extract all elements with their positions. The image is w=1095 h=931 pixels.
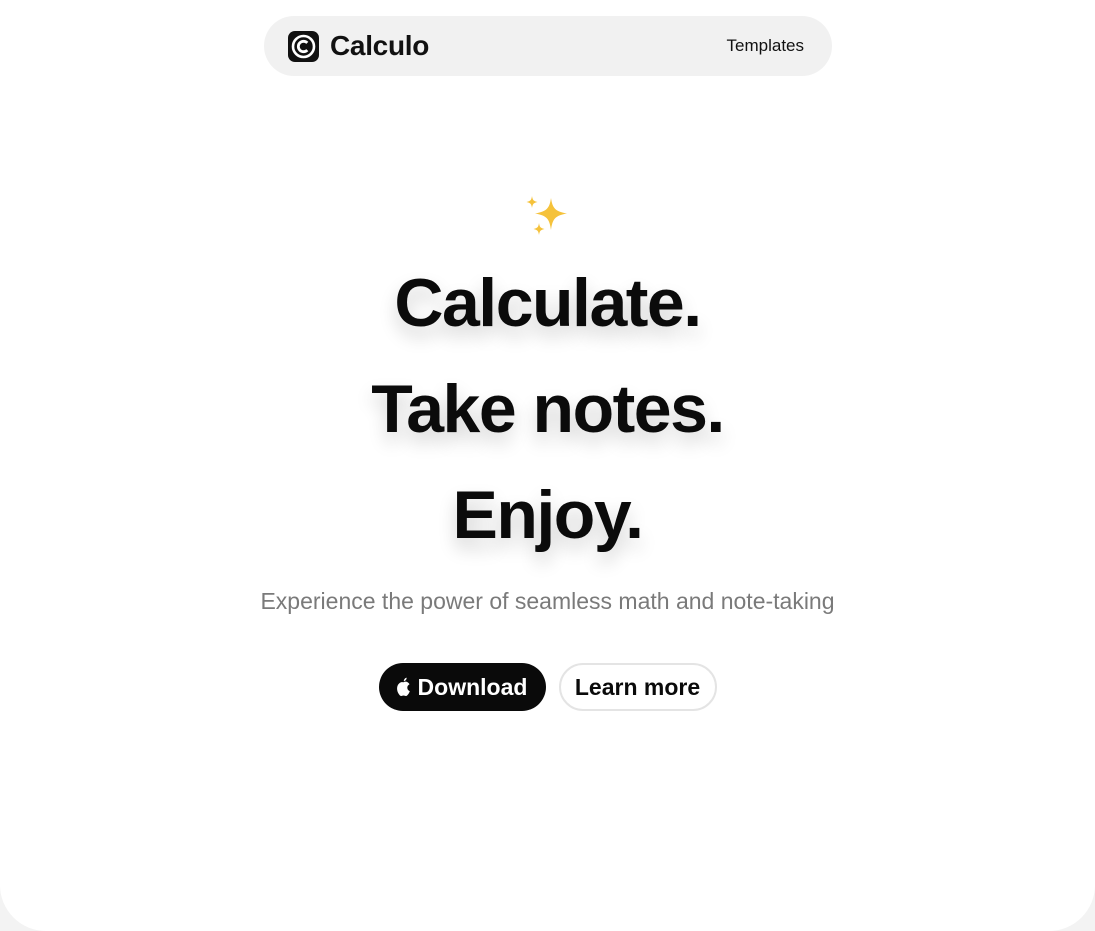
download-button-label: Download bbox=[417, 673, 528, 700]
nav-link-templates[interactable]: Templates bbox=[727, 36, 804, 56]
sparkles-icon bbox=[523, 194, 573, 242]
brand-link[interactable]: Calculo bbox=[288, 30, 429, 62]
brand-name: Calculo bbox=[330, 30, 430, 61]
learn-more-button[interactable]: Learn more bbox=[558, 663, 717, 711]
learn-more-button-label: Learn more bbox=[574, 673, 701, 700]
headline-line-3: Enjoy. bbox=[452, 477, 645, 553]
hero-actions: Download Learn more bbox=[0, 663, 1095, 711]
calculo-logo-icon bbox=[288, 30, 319, 62]
page: Calculo Templates Calculate. Take notes.… bbox=[0, 0, 1095, 931]
download-button[interactable]: Download bbox=[378, 663, 546, 711]
headline-line-1: Calculate. bbox=[394, 265, 702, 341]
hero-subtitle: Experience the power of seamless math an… bbox=[260, 588, 835, 614]
headline-line-2: Take notes. bbox=[371, 371, 725, 447]
apple-icon bbox=[395, 677, 412, 697]
top-navbar: Calculo Templates bbox=[264, 16, 832, 76]
